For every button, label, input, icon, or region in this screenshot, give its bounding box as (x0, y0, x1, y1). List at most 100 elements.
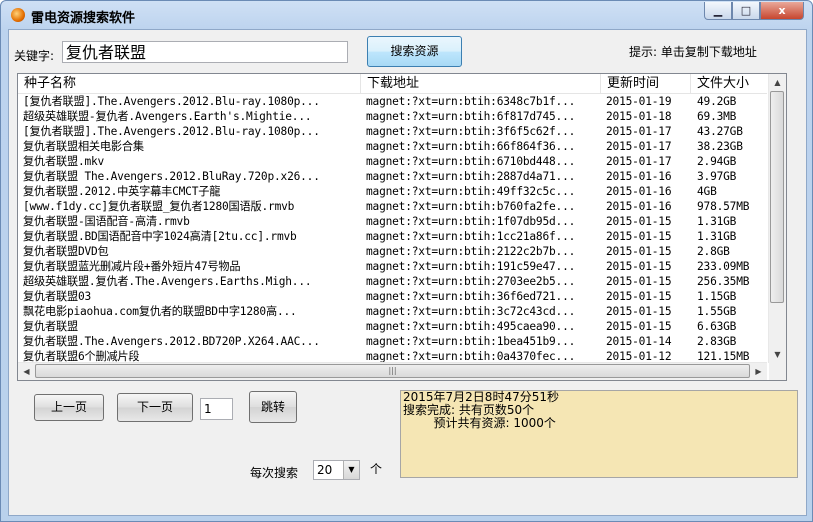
scroll-left-icon[interactable]: ◀ (18, 363, 35, 380)
cell-size: 3.97GB (697, 170, 737, 183)
cell-name: 复仇者联盟-国语配音-高清.rmvb (23, 215, 190, 228)
column-header-size[interactable]: 文件大小 (691, 74, 767, 93)
cell-link: magnet:?xt=urn:btih:1f07db95d... (366, 215, 576, 228)
cell-size: 978.57MB (697, 200, 750, 213)
list-rows: [复仇者联盟].The.Avengers.2012.Blu-ray.1080p.… (18, 94, 767, 364)
results-list[interactable]: 种子名称 下载地址 更新时间 文件大小 [复仇者联盟].The.Avengers… (17, 73, 787, 381)
cell-name: 复仇者联盟03 (23, 290, 92, 303)
table-row[interactable]: 复仇者联盟.mkv magnet:?xt=urn:btih:6710bd448..… (18, 154, 767, 169)
cell-link: magnet:?xt=urn:btih:36f6ed721... (366, 290, 576, 303)
keyword-label: 关键字: (14, 49, 55, 63)
cell-link: magnet:?xt=urn:btih:2122c2b7b... (366, 245, 576, 258)
cell-size: 43.27GB (697, 125, 743, 138)
cell-link: magnet:?xt=urn:btih:495caea90... (366, 320, 576, 333)
cell-size: 4GB (697, 185, 717, 198)
per-search-select[interactable]: 20 ▼ (313, 460, 360, 480)
column-header-name[interactable]: 种子名称 (18, 74, 361, 93)
vertical-scrollbar[interactable]: ▲ ▼ (768, 74, 786, 363)
table-row[interactable]: 复仇者联盟.2012.中英字幕丰CMCT子龍 magnet:?xt=urn:bti… (18, 184, 767, 199)
page-number-input[interactable]: 1 (200, 398, 233, 420)
cell-size: 2.8GB (697, 245, 730, 258)
cell-size: 38.23GB (697, 140, 743, 153)
cell-date: 2015-01-16 (606, 185, 672, 198)
cell-size: 2.83GB (697, 335, 737, 348)
table-row[interactable]: 复仇者联盟DVD包 magnet:?xt=urn:btih:2122c2b7b..… (18, 244, 767, 259)
cell-name: [www.f1dy.cc]复仇者联盟_复仇者1280国语版.rmvb (23, 200, 295, 213)
next-page-button[interactable]: 下一页 (117, 393, 193, 422)
table-row[interactable]: 超级英雄联盟-复仇者.Avengers.Earth's.Mightie... ma… (18, 109, 767, 124)
cell-name: 复仇者联盟相关电影合集 (23, 140, 144, 153)
cell-name: 超级英雄联盟.复仇者.The.Avengers.Earths.Migh... (23, 275, 312, 288)
cell-date: 2015-01-17 (606, 155, 672, 168)
cell-size: 49.2GB (697, 95, 737, 108)
column-header-date[interactable]: 更新时间 (601, 74, 691, 93)
scroll-right-icon[interactable]: ▶ (750, 363, 767, 380)
cell-link: magnet:?xt=urn:btih:6f817d745... (366, 110, 576, 123)
cell-name: 飘花电影piaohua.com复仇者的联盟BD中字1280高... (23, 305, 297, 318)
table-row[interactable]: 超级英雄联盟.复仇者.The.Avengers.Earths.Migh... ma… (18, 274, 767, 289)
cell-name: [复仇者联盟].The.Avengers.2012.Blu-ray.1080p.… (23, 125, 320, 138)
table-row[interactable]: [复仇者联盟].The.Avengers.2012.Blu-ray.1080p.… (18, 94, 767, 109)
go-page-button[interactable]: 跳转 (249, 391, 297, 423)
vertical-scroll-thumb[interactable] (770, 91, 784, 303)
table-row[interactable]: 飘花电影piaohua.com复仇者的联盟BD中字1280高... magnet:… (18, 304, 767, 319)
table-row[interactable]: 复仇者联盟相关电影合集 magnet:?xt=urn:btih:66f864f36… (18, 139, 767, 154)
scroll-up-icon[interactable]: ▲ (769, 74, 786, 91)
table-row[interactable]: 复仇者联盟蓝光删减片段+番外短片47号物品 magnet:?xt=urn:btih… (18, 259, 767, 274)
table-row[interactable]: 复仇者联盟.The.Avengers.2012.BD720P.X264.AAC.… (18, 334, 767, 349)
search-button[interactable]: 搜索资源 (367, 36, 462, 67)
cell-size: 1.15GB (697, 290, 737, 303)
cell-link: magnet:?xt=urn:btih:1bea451b9... (366, 335, 576, 348)
cell-name: 复仇者联盟.The.Avengers.2012.BD720P.X264.AAC.… (23, 335, 320, 348)
scroll-down-icon[interactable]: ▼ (769, 346, 786, 363)
cell-date: 2015-01-15 (606, 245, 672, 258)
status-panel: 2015年7月2日8时47分51秒 搜索完成: 共有页数50个 预计共有资源: … (400, 390, 798, 478)
cell-date: 2015-01-15 (606, 215, 672, 228)
cell-name: 超级英雄联盟-复仇者.Avengers.Earth's.Mightie... (23, 110, 312, 123)
cell-date: 2015-01-15 (606, 260, 672, 273)
keyword-input[interactable]: 复仇者联盟 (62, 41, 348, 63)
cell-name: 复仇者联盟DVD包 (23, 245, 109, 258)
horizontal-scroll-thumb[interactable]: ||| (35, 364, 750, 378)
title-bar[interactable]: 雷电资源搜索软件 ▁ □ x (1, 1, 812, 29)
cell-size: 1.55GB (697, 305, 737, 318)
cell-date: 2015-01-14 (606, 335, 672, 348)
prev-page-button[interactable]: 上一页 (34, 394, 104, 421)
cell-size: 6.63GB (697, 320, 737, 333)
cell-date: 2015-01-17 (606, 140, 672, 153)
table-row[interactable]: 复仇者联盟 magnet:?xt=urn:btih:495caea90... 201… (18, 319, 767, 334)
cell-date: 2015-01-15 (606, 290, 672, 303)
column-header-link[interactable]: 下载地址 (361, 74, 601, 93)
cell-name: 复仇者联盟.BD国语配音中字1024高清[2tu.cc].rmvb (23, 230, 297, 243)
cell-size: 233.09MB (697, 260, 750, 273)
cell-size: 1.31GB (697, 215, 737, 228)
table-row[interactable]: 复仇者联盟 The.Avengers.2012.BluRay.720p.x26.… (18, 169, 767, 184)
scroll-corner (769, 363, 786, 380)
table-row[interactable]: 复仇者联盟-国语配音-高清.rmvb magnet:?xt=urn:btih:1f… (18, 214, 767, 229)
horizontal-scrollbar[interactable]: ◀ ||| ▶ (18, 362, 767, 380)
minimize-button[interactable]: ▁ (704, 2, 732, 20)
cell-date: 2015-01-19 (606, 95, 672, 108)
cell-link: magnet:?xt=urn:btih:66f864f36... (366, 140, 576, 153)
chevron-down-icon[interactable]: ▼ (343, 461, 359, 479)
table-row[interactable]: [复仇者联盟].The.Avengers.2012.Blu-ray.1080p.… (18, 124, 767, 139)
cell-date: 2015-01-15 (606, 275, 672, 288)
cell-date: 2015-01-15 (606, 230, 672, 243)
table-row[interactable]: [www.f1dy.cc]复仇者联盟_复仇者1280国语版.rmvb magnet… (18, 199, 767, 214)
cell-date: 2015-01-17 (606, 125, 672, 138)
table-row[interactable]: 复仇者联盟03 magnet:?xt=urn:btih:36f6ed721... 2… (18, 289, 767, 304)
close-button[interactable]: x (760, 2, 804, 20)
maximize-button[interactable]: □ (732, 2, 760, 20)
window-controls: ▁ □ x (704, 2, 804, 20)
cell-name: [复仇者联盟].The.Avengers.2012.Blu-ray.1080p.… (23, 95, 320, 108)
status-total: 预计共有资源: 1000个 (403, 416, 556, 430)
cell-name: 复仇者联盟.2012.中英字幕丰CMCT子龍 (23, 185, 221, 198)
table-row[interactable]: 复仇者联盟.BD国语配音中字1024高清[2tu.cc].rmvb magnet:… (18, 229, 767, 244)
cell-size: 256.35MB (697, 275, 750, 288)
per-search-label: 每次搜索 (250, 466, 299, 480)
cell-size: 69.3MB (697, 110, 737, 123)
main-panel: 关键字: 复仇者联盟 搜索资源 提示: 单击复制下载地址 种子名称 下载地址 更… (8, 29, 807, 516)
cell-name: 复仇者联盟 The.Avengers.2012.BluRay.720p.x26.… (23, 170, 320, 183)
cell-date: 2015-01-18 (606, 110, 672, 123)
per-search-unit: 个 (370, 462, 383, 476)
